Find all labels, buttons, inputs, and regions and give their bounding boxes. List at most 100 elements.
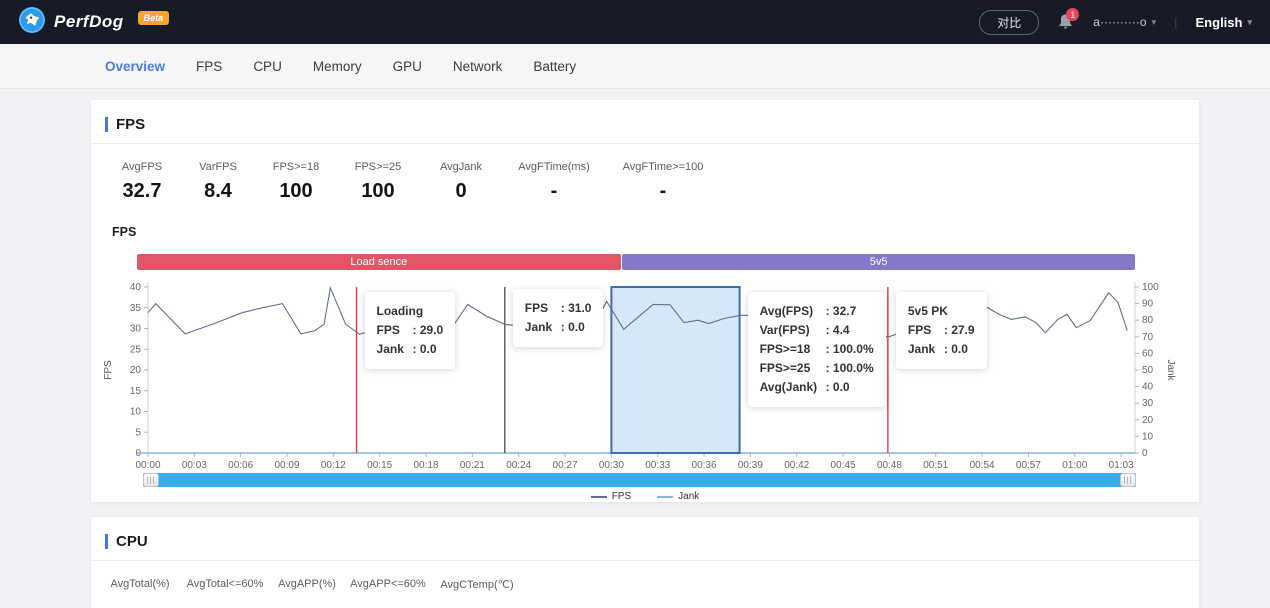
scene-bar: 5v5: [622, 254, 1135, 270]
svg-text:FPS: FPS: [103, 360, 114, 380]
app-header: PerfDog Beta 对比 1 a··········o ▾ | Engli…: [0, 0, 1270, 44]
chart-legend: FPS Jank: [91, 491, 1199, 502]
svg-text:35: 35: [130, 303, 142, 314]
stat-avgftime: AvgFTime(ms) -: [501, 161, 607, 203]
svg-text:00:54: 00:54: [970, 460, 995, 471]
svg-text:30: 30: [1142, 398, 1154, 409]
chart-tooltip: LoadingFPS: 29.0Jank: 0.0: [365, 292, 456, 369]
svg-text:00:57: 00:57: [1016, 460, 1041, 471]
svg-text:80: 80: [1142, 315, 1154, 326]
tab-overview[interactable]: Overview: [105, 59, 165, 74]
legend-item-fps[interactable]: FPS: [591, 491, 631, 502]
tooltip-row: FPS: 27.9: [908, 321, 975, 340]
fps-card: FPS AvgFPS 32.7 VarFPS 8.4 FPS>=18 100 F…: [91, 100, 1199, 502]
scrollbar-left-handle[interactable]: |||: [143, 473, 159, 487]
svg-text:10: 10: [1142, 431, 1154, 442]
svg-text:00:18: 00:18: [414, 460, 439, 471]
svg-text:01:00: 01:00: [1062, 460, 1087, 471]
svg-text:40: 40: [1142, 382, 1154, 393]
svg-text:00:24: 00:24: [506, 460, 531, 471]
notification-bell[interactable]: 1: [1057, 13, 1075, 31]
svg-text:40: 40: [130, 282, 142, 293]
svg-text:100: 100: [1142, 282, 1159, 293]
title-accent-bar: [105, 534, 108, 549]
fps-chart-label: FPS: [112, 225, 1199, 239]
tooltip-row: 5v5 PK: [908, 302, 975, 321]
header-divider: |: [1174, 15, 1177, 30]
language-selector[interactable]: English ▾: [1196, 15, 1252, 30]
fps-line-swatch: [591, 496, 607, 498]
title-accent-bar: [105, 117, 108, 132]
tooltip-row: Avg(FPS): 32.7: [760, 302, 874, 321]
svg-text:00:48: 00:48: [877, 460, 902, 471]
chart-tooltip: FPS: 31.0Jank: 0.0: [513, 289, 604, 347]
tab-cpu[interactable]: CPU: [253, 59, 282, 74]
chart-scrollbar[interactable]: ||| |||: [143, 473, 1136, 487]
svg-text:00:36: 00:36: [692, 460, 717, 471]
fps-chart[interactable]: 00:0000:0300:0600:0900:1200:1500:1800:21…: [91, 254, 1199, 487]
tooltip-row: Jank: 0.0: [908, 340, 975, 359]
account-menu[interactable]: a··········o ▾: [1093, 15, 1156, 29]
account-name: a··········o: [1093, 15, 1146, 29]
svg-text:20: 20: [130, 365, 142, 376]
language-label: English: [1196, 15, 1243, 30]
svg-text:00:51: 00:51: [923, 460, 948, 471]
legend-item-jank[interactable]: Jank: [657, 491, 699, 502]
fps-line-chart[interactable]: 00:0000:0300:0600:0900:1200:1500:1800:21…: [91, 281, 1199, 473]
section-nav: Overview FPS CPU Memory GPU Network Batt…: [0, 44, 1270, 89]
tooltip-row: FPS>=25: 100.0%: [760, 359, 874, 378]
svg-text:00:21: 00:21: [460, 460, 485, 471]
chart-tooltip: 5v5 PKFPS: 27.9Jank: 0.0: [896, 292, 987, 369]
tab-network[interactable]: Network: [453, 59, 503, 74]
svg-text:70: 70: [1142, 332, 1154, 343]
cpu-card: CPU AvgTotal(%) AvgTotal<=60% AvgAPP(%) …: [91, 517, 1199, 608]
svg-text:00:15: 00:15: [367, 460, 392, 471]
scrollbar-right-handle[interactable]: |||: [1120, 473, 1136, 487]
stat-avgtotal: AvgTotal(%): [105, 578, 175, 591]
tab-fps[interactable]: FPS: [196, 59, 222, 74]
svg-text:00:39: 00:39: [738, 460, 763, 471]
tab-memory[interactable]: Memory: [313, 59, 362, 74]
scene-bar: Load sence: [137, 254, 621, 270]
svg-text:00:09: 00:09: [274, 460, 299, 471]
tooltip-row: FPS: 29.0: [377, 321, 444, 340]
stat-avgtotal-le-60: AvgTotal<=60%: [175, 578, 275, 591]
svg-text:01:03: 01:03: [1109, 460, 1134, 471]
stat-avgjank: AvgJank 0: [421, 161, 501, 203]
svg-text:00:30: 00:30: [599, 460, 624, 471]
svg-text:60: 60: [1142, 348, 1154, 359]
perfdog-logo-icon: [18, 6, 46, 39]
stat-fps-ge-18: FPS>=18 100: [257, 161, 335, 203]
tab-battery[interactable]: Battery: [533, 59, 576, 74]
svg-text:20: 20: [1142, 415, 1154, 426]
svg-text:00:00: 00:00: [135, 460, 160, 471]
svg-text:00:33: 00:33: [645, 460, 670, 471]
chart-tooltip: Avg(FPS): 32.7Var(FPS): 4.4FPS>=18: 100.…: [748, 292, 886, 407]
svg-text:00:03: 00:03: [182, 460, 207, 471]
tooltip-row: Loading: [377, 302, 444, 321]
svg-text:Jank: Jank: [1165, 359, 1176, 381]
svg-text:15: 15: [130, 386, 142, 397]
stat-varfps: VarFPS 8.4: [179, 161, 257, 203]
svg-text:00:45: 00:45: [831, 460, 856, 471]
stat-avgctemp: AvgCTemp(℃): [437, 578, 517, 591]
cpu-section-title: CPU: [116, 533, 148, 550]
compare-button[interactable]: 对比: [979, 10, 1039, 35]
chevron-down-icon: ▾: [1152, 17, 1157, 28]
svg-text:0: 0: [1142, 448, 1148, 459]
tooltip-row: Jank: 0.0: [377, 340, 444, 359]
fps-section-title: FPS: [116, 116, 145, 133]
stat-avgftime-ge-100: AvgFTime>=100 -: [607, 161, 719, 203]
svg-text:00:27: 00:27: [553, 460, 578, 471]
cpu-stats-row: AvgTotal(%) AvgTotal<=60% AvgAPP(%) AvgA…: [91, 561, 1199, 608]
jank-line-swatch: [657, 496, 673, 498]
svg-text:25: 25: [130, 344, 142, 355]
tooltip-row: Avg(Jank): 0.0: [760, 378, 874, 397]
svg-text:10: 10: [130, 407, 142, 418]
tooltip-row: FPS: 31.0: [525, 299, 592, 318]
svg-text:50: 50: [1142, 365, 1154, 376]
tab-gpu[interactable]: GPU: [393, 59, 422, 74]
stat-avgfps: AvgFPS 32.7: [105, 161, 179, 203]
svg-text:5: 5: [135, 427, 141, 438]
stat-fps-ge-25: FPS>=25 100: [335, 161, 421, 203]
